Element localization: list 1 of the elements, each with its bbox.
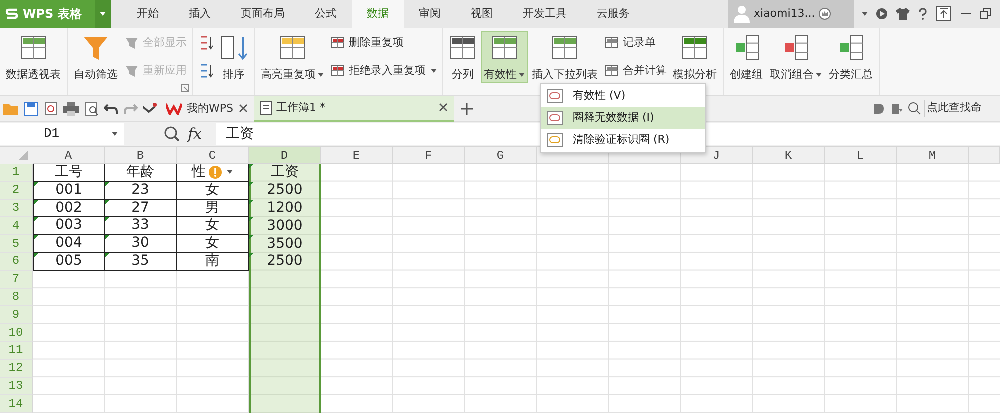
username: xiaomi13... bbox=[754, 6, 816, 22]
